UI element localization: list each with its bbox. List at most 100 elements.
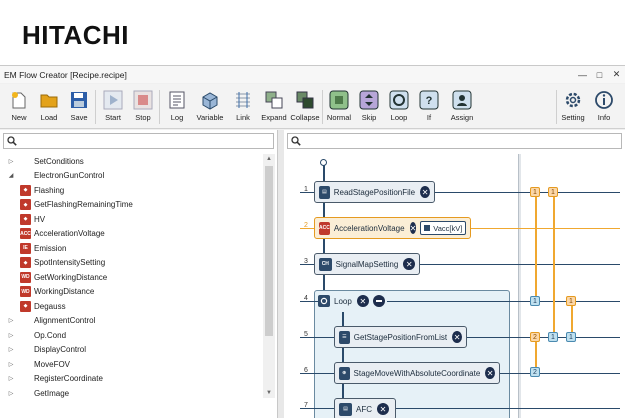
var-link-badge[interactable]: 2 bbox=[530, 367, 540, 377]
setting-button[interactable]: Setting bbox=[558, 86, 588, 128]
remove-node-icon[interactable]: ✕ bbox=[409, 222, 417, 234]
tree-item[interactable]: ◆ SpotIntensitySetting bbox=[0, 256, 262, 271]
flow-node-signal-map-setting[interactable]: CH SignalMapSetting ✕ bbox=[314, 253, 420, 275]
variable-chip[interactable]: Vacc[kV] bbox=[420, 221, 467, 235]
node-label: AccelerationVoltage bbox=[333, 223, 405, 233]
expand-button[interactable]: Expand bbox=[259, 86, 289, 128]
tree-item[interactable]: WD GetWorkingDistance bbox=[0, 270, 262, 285]
assign-button[interactable]: Assign bbox=[447, 86, 477, 128]
expanded-arrow-icon[interactable]: ◢ bbox=[6, 172, 16, 179]
flow-node-stage-move-absolute[interactable]: ⊕ StageMoveWithAbsoluteCoordinate ✕ bbox=[334, 362, 500, 384]
scroll-thumb[interactable] bbox=[265, 166, 273, 336]
info-label: Info bbox=[597, 113, 611, 122]
var-link-badge[interactable]: 1 bbox=[548, 332, 558, 342]
var-link-badge[interactable]: 1 bbox=[548, 187, 558, 197]
flow-node-get-stage-position-from-list[interactable]: ☰ GetStagePositionFromList ✕ bbox=[334, 326, 467, 348]
search-icon bbox=[291, 136, 301, 146]
wd-icon: WD bbox=[20, 286, 31, 298]
normal-button[interactable]: Normal bbox=[324, 86, 354, 128]
save-button[interactable]: Save bbox=[64, 86, 94, 128]
flow-node-acceleration-voltage[interactable]: ACC AccelerationVoltage ✕ Vacc[kV] bbox=[314, 217, 471, 239]
scroll-down-icon[interactable]: ▼ bbox=[263, 388, 275, 398]
load-button[interactable]: Load bbox=[34, 86, 64, 128]
var-link-badge[interactable]: 1 bbox=[566, 296, 576, 306]
tree-item-label: SetConditions bbox=[34, 156, 84, 166]
collapse-button[interactable]: Collapse bbox=[290, 86, 320, 128]
new-button[interactable]: New bbox=[4, 86, 34, 128]
log-button[interactable]: Log bbox=[162, 86, 192, 128]
collapsed-arrow-icon[interactable]: ▷ bbox=[6, 158, 16, 165]
var-link-badge[interactable]: 1 bbox=[530, 296, 540, 306]
node-label: SignalMapSetting bbox=[335, 259, 399, 269]
normal-node-icon bbox=[328, 89, 350, 111]
start-button[interactable]: Start bbox=[98, 86, 128, 128]
var-link-badge[interactable]: 1 bbox=[566, 332, 576, 342]
stop-label: Stop bbox=[135, 113, 151, 122]
flow-search-input[interactable] bbox=[287, 133, 622, 149]
svg-text:?: ? bbox=[426, 95, 433, 107]
collapsed-arrow-icon[interactable]: ▷ bbox=[6, 390, 16, 397]
loop-button[interactable]: Loop bbox=[384, 86, 414, 128]
var-link-badge[interactable]: 2 bbox=[530, 332, 540, 342]
collapsed-arrow-icon[interactable]: ▷ bbox=[6, 346, 16, 353]
tree-item[interactable]: ACC AccelerationVoltage bbox=[0, 227, 262, 242]
flow-node-read-stage-position-file[interactable]: ▤ ReadStagePositionFile ✕ bbox=[314, 181, 435, 203]
tree-item-label: Emission bbox=[34, 243, 67, 253]
tree-item-label: HV bbox=[34, 214, 46, 224]
tree-item[interactable]: ◆ HV bbox=[0, 212, 262, 227]
collapsed-arrow-icon[interactable]: ▷ bbox=[6, 332, 16, 339]
tree-item[interactable]: ▷ DisplayControl bbox=[0, 343, 262, 358]
flow-panel: 1 ▤ ReadStagePositionFile ✕ 2 ACC Accele… bbox=[284, 130, 625, 418]
variable-button[interactable]: Variable bbox=[195, 86, 225, 128]
remove-node-icon[interactable]: ✕ bbox=[452, 331, 462, 343]
remove-node-icon[interactable]: ✕ bbox=[420, 186, 430, 198]
tree-search-input[interactable] bbox=[3, 133, 274, 149]
link-button[interactable]: Link bbox=[228, 86, 258, 128]
stage-move-icon: ⊕ bbox=[339, 366, 350, 380]
flow-node-loop[interactable]: Loop ✕ bbox=[318, 294, 387, 308]
var-link-badge[interactable]: 1 bbox=[530, 187, 540, 197]
info-button[interactable]: Info bbox=[589, 86, 619, 128]
collapse-loop-icon[interactable] bbox=[372, 295, 385, 307]
flow-node-afc[interactable]: ▤ AFC ✕ bbox=[334, 398, 396, 418]
stop-button[interactable]: Stop bbox=[128, 86, 158, 128]
collapsed-arrow-icon[interactable]: ▷ bbox=[6, 361, 16, 368]
skip-node-icon bbox=[358, 89, 380, 111]
tree-item[interactable]: ◆ GetFlashingRemainingTime bbox=[0, 198, 262, 213]
variable-chip-label: Vacc[kV] bbox=[433, 223, 463, 233]
tree-item[interactable]: WD WorkingDistance bbox=[0, 285, 262, 300]
skip-button[interactable]: Skip bbox=[354, 86, 384, 128]
floppy-icon bbox=[68, 89, 90, 111]
node-label: Loop bbox=[334, 296, 352, 306]
tree-item[interactable]: ◆ Degauss bbox=[0, 299, 262, 314]
close-icon[interactable]: ✕ bbox=[608, 66, 625, 83]
scroll-up-icon[interactable]: ▲ bbox=[263, 154, 275, 164]
tree-item[interactable]: ▷ Op.Cond bbox=[0, 328, 262, 343]
loop-icon bbox=[388, 89, 410, 111]
tree-item[interactable]: ◢ ElectronGunControl bbox=[0, 169, 262, 184]
tree-item[interactable]: ▷ SetConditions bbox=[0, 154, 262, 169]
if-button[interactable]: ? If bbox=[414, 86, 444, 128]
remove-node-icon[interactable]: ✕ bbox=[403, 258, 415, 270]
window-title: EM Flow Creator [Recipe.recipe] bbox=[4, 69, 127, 80]
info-icon bbox=[593, 89, 615, 111]
skip-label: Skip bbox=[361, 113, 377, 122]
tree-item[interactable]: ▷ MoveFOV bbox=[0, 357, 262, 372]
start-label: Start bbox=[105, 113, 121, 122]
remove-node-icon[interactable]: ✕ bbox=[377, 403, 389, 415]
node-label: GetStagePositionFromList bbox=[353, 332, 448, 342]
tree-item[interactable]: IE Emission bbox=[0, 241, 262, 256]
assign-person-icon bbox=[451, 89, 473, 111]
remove-node-icon[interactable]: ✕ bbox=[485, 367, 495, 379]
tree-item[interactable]: ◆ Flashing bbox=[0, 183, 262, 198]
tree-scrollbar[interactable]: ▲ ▼ bbox=[263, 154, 275, 398]
tree-item[interactable]: ▷ GetImage bbox=[0, 386, 262, 401]
maximize-icon[interactable]: □ bbox=[591, 66, 608, 83]
collapsed-arrow-icon[interactable]: ▷ bbox=[6, 317, 16, 324]
tree-item[interactable]: ▷ AlignmentControl bbox=[0, 314, 262, 329]
remove-node-icon[interactable]: ✕ bbox=[356, 295, 369, 307]
collapsed-arrow-icon[interactable]: ▷ bbox=[6, 375, 16, 382]
minimize-icon[interactable]: — bbox=[574, 66, 591, 83]
tree-item[interactable]: ▷ RegisterCoordinate bbox=[0, 372, 262, 387]
command-tree-panel: ▷ SetConditions ◢ ElectronGunControl ◆ Flashi… bbox=[0, 130, 278, 418]
